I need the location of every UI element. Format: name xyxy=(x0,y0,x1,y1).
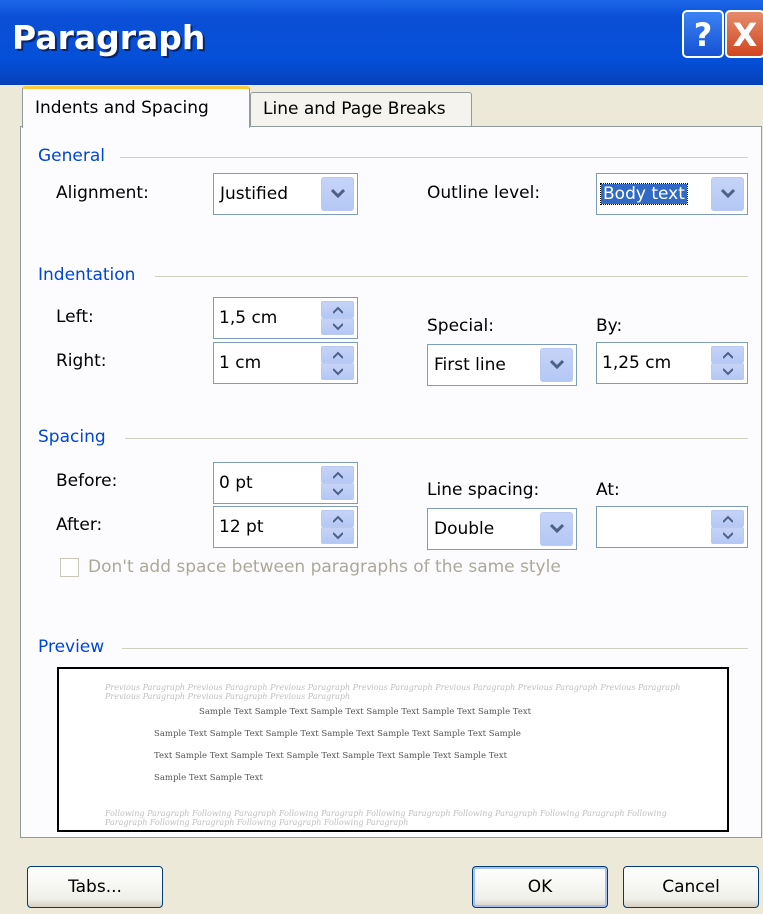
right-indent-spinner[interactable]: 1 cm xyxy=(213,342,358,384)
after-spinner[interactable]: 12 pt xyxy=(213,506,358,548)
dont-add-space-label: Don't add space between paragraphs of th… xyxy=(88,557,561,577)
spinner-buttons xyxy=(321,466,354,500)
indentation-heading: Indentation xyxy=(38,265,144,285)
spin-down-icon[interactable] xyxy=(711,527,744,544)
outline-level-value-wrap: Body text xyxy=(600,174,688,214)
at-spinner[interactable] xyxy=(596,506,748,548)
general-heading: General xyxy=(38,146,113,166)
spin-up-icon[interactable] xyxy=(321,346,354,363)
at-label: At: xyxy=(596,480,620,500)
before-label: Before: xyxy=(56,471,118,491)
divider xyxy=(122,648,748,649)
outline-level-value: Body text xyxy=(600,183,688,205)
spin-up-icon[interactable] xyxy=(321,466,354,483)
spin-up-icon[interactable] xyxy=(711,510,744,527)
by-label: By: xyxy=(596,316,623,336)
spinner-buttons xyxy=(321,346,354,380)
spinner-buttons xyxy=(711,346,744,380)
spinner-buttons xyxy=(321,301,354,335)
tabs-button[interactable]: Tabs... xyxy=(27,866,163,908)
spin-down-icon[interactable] xyxy=(321,363,354,380)
preview-sample-line: Sample Text Sample Text Sample Text Samp… xyxy=(199,707,532,717)
dont-add-space-checkbox[interactable] xyxy=(60,558,79,577)
spin-down-icon[interactable] xyxy=(321,527,354,544)
outline-level-label: Outline level: xyxy=(427,183,541,203)
special-label: Special: xyxy=(427,316,494,336)
help-button[interactable]: ? xyxy=(682,10,724,58)
divider xyxy=(155,276,748,277)
spin-up-icon[interactable] xyxy=(321,301,354,318)
tab-label: Line and Page Breaks xyxy=(263,99,446,119)
preview-following-paragraph: Following Paragraph Following Paragraph … xyxy=(105,809,667,827)
line-spacing-value: Double xyxy=(434,519,495,539)
divider xyxy=(125,438,748,439)
preview-previous-paragraph: Previous Paragraph Previous Paragraph Pr… xyxy=(105,683,681,701)
line-spacing-label: Line spacing: xyxy=(427,480,540,500)
left-indent-label: Left: xyxy=(56,307,94,327)
paragraph-dialog: Paragraph ? X Indents and Spacing Line a… xyxy=(0,0,763,914)
alignment-select[interactable]: Justified xyxy=(213,173,358,215)
tab-line-and-page-breaks[interactable]: Line and Page Breaks xyxy=(250,92,472,127)
chevron-down-icon[interactable] xyxy=(321,177,354,211)
chevron-down-icon[interactable] xyxy=(540,348,573,382)
divider xyxy=(120,157,748,158)
after-value: 12 pt xyxy=(219,517,264,537)
preview-sample-line: Sample Text Sample Text Sample Text Samp… xyxy=(154,729,521,739)
left-indent-value: 1,5 cm xyxy=(219,308,278,328)
before-value: 0 pt xyxy=(219,473,253,493)
special-select[interactable]: First line xyxy=(427,344,577,386)
by-value: 1,25 cm xyxy=(602,353,672,373)
preview-heading: Preview xyxy=(38,637,113,657)
dialog-title: Paragraph xyxy=(12,18,206,57)
outline-level-select[interactable]: Body text xyxy=(596,173,748,215)
spin-up-icon[interactable] xyxy=(321,510,354,527)
title-bar[interactable]: Paragraph ? X xyxy=(0,0,763,85)
preview-sample-line: Text Sample Text Sample Text Sample Text… xyxy=(154,751,508,761)
spinner-buttons xyxy=(711,510,744,544)
by-spinner[interactable]: 1,25 cm xyxy=(596,342,748,384)
ok-button[interactable]: OK xyxy=(472,866,608,908)
left-indent-spinner[interactable]: 1,5 cm xyxy=(213,297,358,339)
spin-down-icon[interactable] xyxy=(711,363,744,380)
spin-down-icon[interactable] xyxy=(321,318,354,335)
spin-down-icon[interactable] xyxy=(321,483,354,500)
line-spacing-select[interactable]: Double xyxy=(427,508,577,550)
after-label: After: xyxy=(56,515,103,535)
spacing-heading: Spacing xyxy=(38,427,114,447)
spinner-buttons xyxy=(321,510,354,544)
tab-label: Indents and Spacing xyxy=(35,98,209,118)
alignment-value: Justified xyxy=(220,184,288,204)
before-spinner[interactable]: 0 pt xyxy=(213,462,358,504)
special-value: First line xyxy=(434,355,506,375)
paragraph-preview: Previous Paragraph Previous Paragraph Pr… xyxy=(57,667,729,832)
close-button[interactable]: X xyxy=(725,10,763,58)
chevron-down-icon[interactable] xyxy=(711,177,744,211)
alignment-label: Alignment: xyxy=(56,183,149,203)
tab-indents-and-spacing[interactable]: Indents and Spacing xyxy=(22,86,250,128)
preview-sample-line: Sample Text Sample Text xyxy=(154,773,263,783)
right-indent-value: 1 cm xyxy=(219,353,262,373)
right-indent-label: Right: xyxy=(56,351,107,371)
cancel-button[interactable]: Cancel xyxy=(623,866,759,908)
chevron-down-icon[interactable] xyxy=(540,512,573,546)
spin-up-icon[interactable] xyxy=(711,346,744,363)
